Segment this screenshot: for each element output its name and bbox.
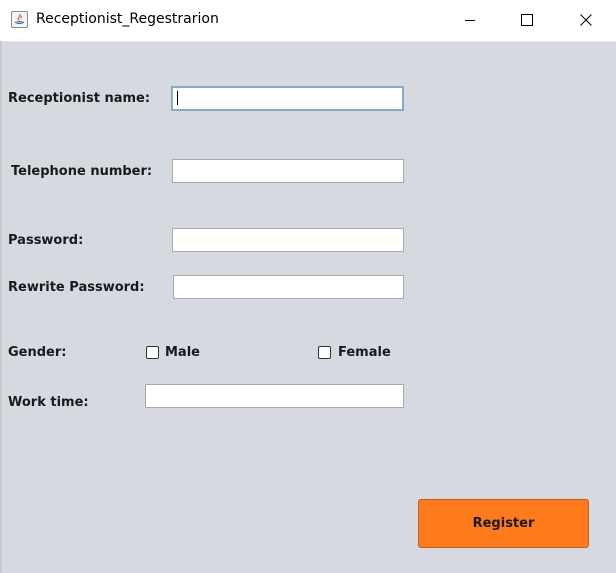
- minimize-icon: [465, 20, 475, 21]
- close-icon: [580, 14, 592, 26]
- male-checkbox[interactable]: [146, 346, 159, 359]
- minimize-button[interactable]: [447, 0, 493, 41]
- receptionist-name-label: Receptionist name:: [8, 91, 151, 106]
- register-button[interactable]: Register: [418, 499, 589, 548]
- female-checkbox[interactable]: [318, 346, 331, 359]
- maximize-icon: [521, 14, 533, 26]
- work-time-input[interactable]: [145, 384, 404, 408]
- text-caret: [177, 91, 178, 105]
- telephone-number-input[interactable]: [172, 159, 404, 183]
- male-label[interactable]: Male: [165, 345, 200, 361]
- maximize-button[interactable]: [504, 0, 550, 41]
- password-label: Password:: [8, 233, 84, 248]
- work-time-label: Work time:: [8, 395, 89, 410]
- java-app-icon: [11, 11, 28, 28]
- close-button[interactable]: [563, 0, 609, 41]
- rewrite-password-input[interactable]: [173, 275, 404, 299]
- gender-label: Gender:: [8, 345, 67, 360]
- form-panel: [0, 41, 616, 573]
- receptionist-name-input[interactable]: [171, 86, 404, 111]
- window-title: Receptionist_Regestrarion: [36, 11, 219, 27]
- female-label[interactable]: Female: [338, 345, 391, 361]
- telephone-number-label: Telephone number:: [11, 164, 153, 179]
- rewrite-password-label: Rewrite Password:: [8, 280, 145, 295]
- password-input[interactable]: [172, 228, 404, 252]
- title-bar[interactable]: Receptionist_Regestrarion: [0, 0, 616, 42]
